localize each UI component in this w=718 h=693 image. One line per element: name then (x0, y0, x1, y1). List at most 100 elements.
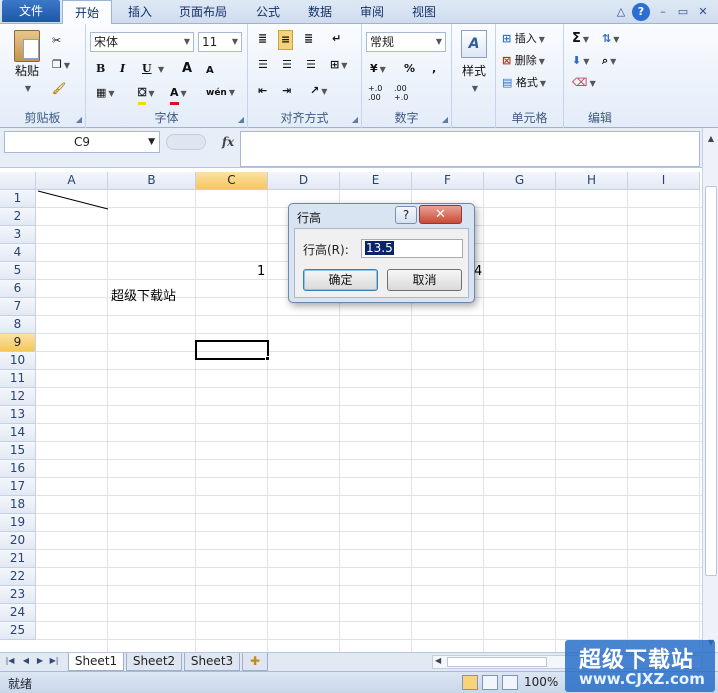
last-sheet-icon[interactable]: ▶| (48, 656, 60, 665)
row-header-2[interactable]: 2 (0, 208, 36, 226)
column-header-i[interactable]: I (628, 172, 700, 190)
font-color-button[interactable]: A ▼ (170, 84, 187, 105)
active-cell-c9[interactable] (195, 340, 269, 360)
tab-formulas[interactable]: 公式 (244, 0, 292, 24)
close-icon[interactable]: ✕ (694, 3, 712, 21)
font-size-combo[interactable]: 11 ▼ (198, 32, 242, 52)
increase-indent-button[interactable]: ⇥ (282, 82, 291, 100)
align-middle-button[interactable]: ≡ (278, 30, 294, 50)
row-header-6[interactable]: 6 (0, 280, 36, 298)
row-header-7[interactable]: 7 (0, 298, 36, 316)
page-break-view-icon[interactable] (502, 675, 518, 690)
copy-button[interactable]: ❐ ▼ (52, 56, 70, 75)
dialog-launcher-icon[interactable]: ◢ (442, 115, 448, 124)
fill-handle[interactable] (265, 356, 270, 361)
name-box[interactable]: C9 ▼ (4, 131, 160, 153)
scroll-up-icon[interactable]: ▲ (704, 132, 718, 146)
column-header-a[interactable]: A (36, 172, 108, 190)
formula-bar-splitter[interactable] (166, 134, 206, 150)
dialog-launcher-icon[interactable]: ◢ (76, 115, 82, 124)
row-header-18[interactable]: 18 (0, 496, 36, 514)
insert-function-button[interactable]: fx (218, 132, 238, 152)
tab-review[interactable]: 审阅 (348, 0, 396, 24)
zoom-level[interactable]: 100% (524, 675, 558, 689)
fill-color-button[interactable]: ⛋ ▼ (138, 84, 155, 105)
cell-c5[interactable]: 1 (257, 264, 265, 279)
dialog-help-button[interactable]: ? (395, 206, 417, 224)
cut-button[interactable]: ✂ (52, 32, 61, 50)
sheet-tab-sheet1[interactable]: Sheet1 (68, 653, 124, 671)
phonetic-button[interactable]: wén ▼ (206, 84, 235, 102)
row-header-4[interactable]: 4 (0, 244, 36, 262)
column-header-g[interactable]: G (484, 172, 556, 190)
decrease-indent-button[interactable]: ⇤ (258, 82, 267, 100)
ok-button[interactable]: 确定 (303, 269, 378, 291)
restore-icon[interactable]: ▭ (674, 3, 692, 21)
align-top-button[interactable]: ≣ (258, 30, 267, 48)
tab-data[interactable]: 数据 (296, 0, 344, 24)
orientation-button[interactable]: ↗ ▼ (310, 82, 327, 101)
border-button[interactable]: ▦ ▼ (96, 84, 115, 103)
formula-input[interactable] (240, 131, 700, 167)
underline-button[interactable]: U (142, 60, 152, 78)
number-format-combo[interactable]: 常规 ▼ (366, 32, 446, 52)
decrease-decimal-button[interactable]: .00 +.0 (394, 84, 416, 102)
row-header-25[interactable]: 25 (0, 622, 36, 640)
next-sheet-icon[interactable]: ▶ (34, 656, 46, 665)
normal-view-icon[interactable] (462, 675, 478, 690)
shrink-font-button[interactable]: A (206, 62, 214, 80)
row-header-23[interactable]: 23 (0, 586, 36, 604)
cell-b6[interactable]: 超级下载站 (111, 285, 176, 304)
minimize-ribbon-icon[interactable]: △ (612, 3, 630, 21)
merge-center-button[interactable]: ⊞ ▼ (330, 56, 347, 75)
tab-page-layout[interactable]: 页面布局 (170, 0, 236, 24)
bold-button[interactable]: B (96, 60, 105, 78)
column-header-f[interactable]: F (412, 172, 484, 190)
align-left-button[interactable]: ☰ (258, 56, 268, 74)
cancel-button[interactable]: 取消 (387, 269, 462, 291)
align-bottom-button[interactable]: ≣ (304, 30, 313, 48)
row-header-15[interactable]: 15 (0, 442, 36, 460)
column-header-d[interactable]: D (268, 172, 340, 190)
row-header-1[interactable]: 1 (0, 190, 36, 208)
column-header-c[interactable]: C (196, 172, 268, 190)
row-header-14[interactable]: 14 (0, 424, 36, 442)
row-header-21[interactable]: 21 (0, 550, 36, 568)
sheet-tab-sheet2[interactable]: Sheet2 (126, 653, 182, 671)
dialog-launcher-icon[interactable]: ◢ (238, 115, 244, 124)
tab-home[interactable]: 开始 (62, 0, 112, 25)
currency-button[interactable]: ¥ ▼ (370, 60, 386, 79)
row-header-17[interactable]: 17 (0, 478, 36, 496)
paste-button[interactable]: 粘贴 ▼ (10, 30, 44, 93)
hscroll-thumb[interactable] (447, 657, 547, 667)
find-select-button[interactable]: ⌕ ▼ (602, 52, 616, 71)
tab-insert[interactable]: 插入 (116, 0, 164, 24)
wrap-text-button[interactable]: ↵ (332, 30, 341, 48)
column-header-h[interactable]: H (556, 172, 628, 190)
fill-button[interactable]: ⬇ ▼ (572, 52, 589, 71)
align-center-button[interactable]: ☰ (282, 56, 292, 74)
row-header-19[interactable]: 19 (0, 514, 36, 532)
row-header-24[interactable]: 24 (0, 604, 36, 622)
grow-font-button[interactable]: A (182, 60, 192, 78)
row-header-5[interactable]: 5 (0, 262, 36, 280)
format-cells-button[interactable]: ▤ 格式 ▼ (502, 74, 546, 93)
select-all-corner[interactable] (0, 172, 36, 190)
insert-cells-button[interactable]: ⊞ 插入 ▼ (502, 30, 545, 49)
sheet-tab-sheet3[interactable]: Sheet3 (184, 653, 240, 671)
minimize-icon[interactable]: – (654, 3, 672, 21)
scroll-thumb[interactable] (705, 186, 717, 576)
italic-button[interactable]: I (120, 60, 125, 78)
comma-button[interactable]: , (432, 60, 436, 78)
row-header-9[interactable]: 9 (0, 334, 36, 352)
row-header-13[interactable]: 13 (0, 406, 36, 424)
row-header-10[interactable]: 10 (0, 352, 36, 370)
clear-button[interactable]: ⌫ ▼ (572, 74, 596, 93)
row-header-3[interactable]: 3 (0, 226, 36, 244)
delete-cells-button[interactable]: ⊠ 删除 ▼ (502, 52, 545, 71)
dialog-close-button[interactable]: ✕ (419, 205, 462, 224)
dialog-launcher-icon[interactable]: ◢ (352, 115, 358, 124)
row-header-20[interactable]: 20 (0, 532, 36, 550)
tab-file[interactable]: 文件 (2, 0, 60, 22)
insert-sheet-button[interactable]: ✚ (242, 653, 268, 671)
